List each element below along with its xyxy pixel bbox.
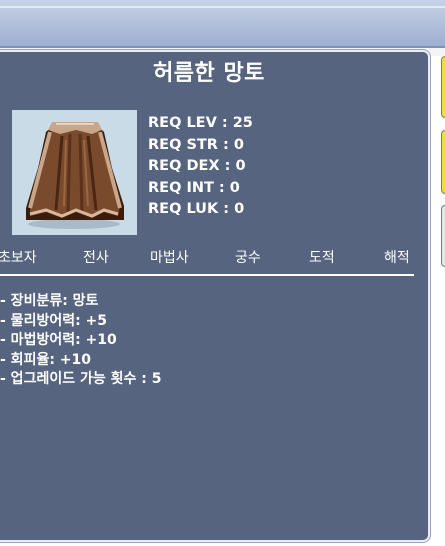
side-tab-3[interactable] <box>441 205 445 267</box>
window-header-bar <box>0 0 445 48</box>
stat-avoidability: - 회피율: +10 <box>0 351 92 368</box>
job-pirate: 해적 <box>384 250 410 266</box>
job-divider <box>0 274 414 276</box>
job-thief: 도적 <box>309 250 335 266</box>
brown-cape-icon <box>26 122 124 229</box>
job-beginner: 초보자 <box>0 250 37 266</box>
req-level: REQ LEV : 25 <box>148 115 253 131</box>
job-bowman: 궁수 <box>235 250 261 266</box>
req-int: REQ INT : 0 <box>148 179 240 196</box>
req-luk: REQ LUK : 0 <box>148 201 245 217</box>
job-magician: 마법사 <box>150 250 189 266</box>
stat-physical-defense: - 물리방어력: +5 <box>0 312 108 329</box>
side-tab-1[interactable] <box>441 56 445 118</box>
req-dex: REQ DEX : 0 <box>148 158 246 174</box>
req-str: REQ STR : 0 <box>148 136 244 153</box>
stat-category: - 장비분류: 망토 <box>0 293 99 309</box>
stat-magic-defense: - 마법방어력: +10 <box>0 332 117 348</box>
requirements-list: REQ LEV : 25 REQ STR : 0 REQ DEX : 0 REQ… <box>148 113 253 221</box>
job-warrior: 전사 <box>83 250 109 266</box>
job-class-row: 초보자 전사 마법사 궁수 도적 해적 <box>0 247 414 269</box>
stat-upgrade-slots: - 업그레이드 가능 횟수 : 5 <box>0 371 162 387</box>
item-icon-frame <box>12 110 137 235</box>
item-stats-list: - 장비분류: 망토 - 물리방어력: +5 - 마법방어력: +10 - 회피… <box>0 292 161 390</box>
item-name: 허름한 망토 <box>153 61 265 86</box>
side-tab-2[interactable] <box>441 130 445 194</box>
